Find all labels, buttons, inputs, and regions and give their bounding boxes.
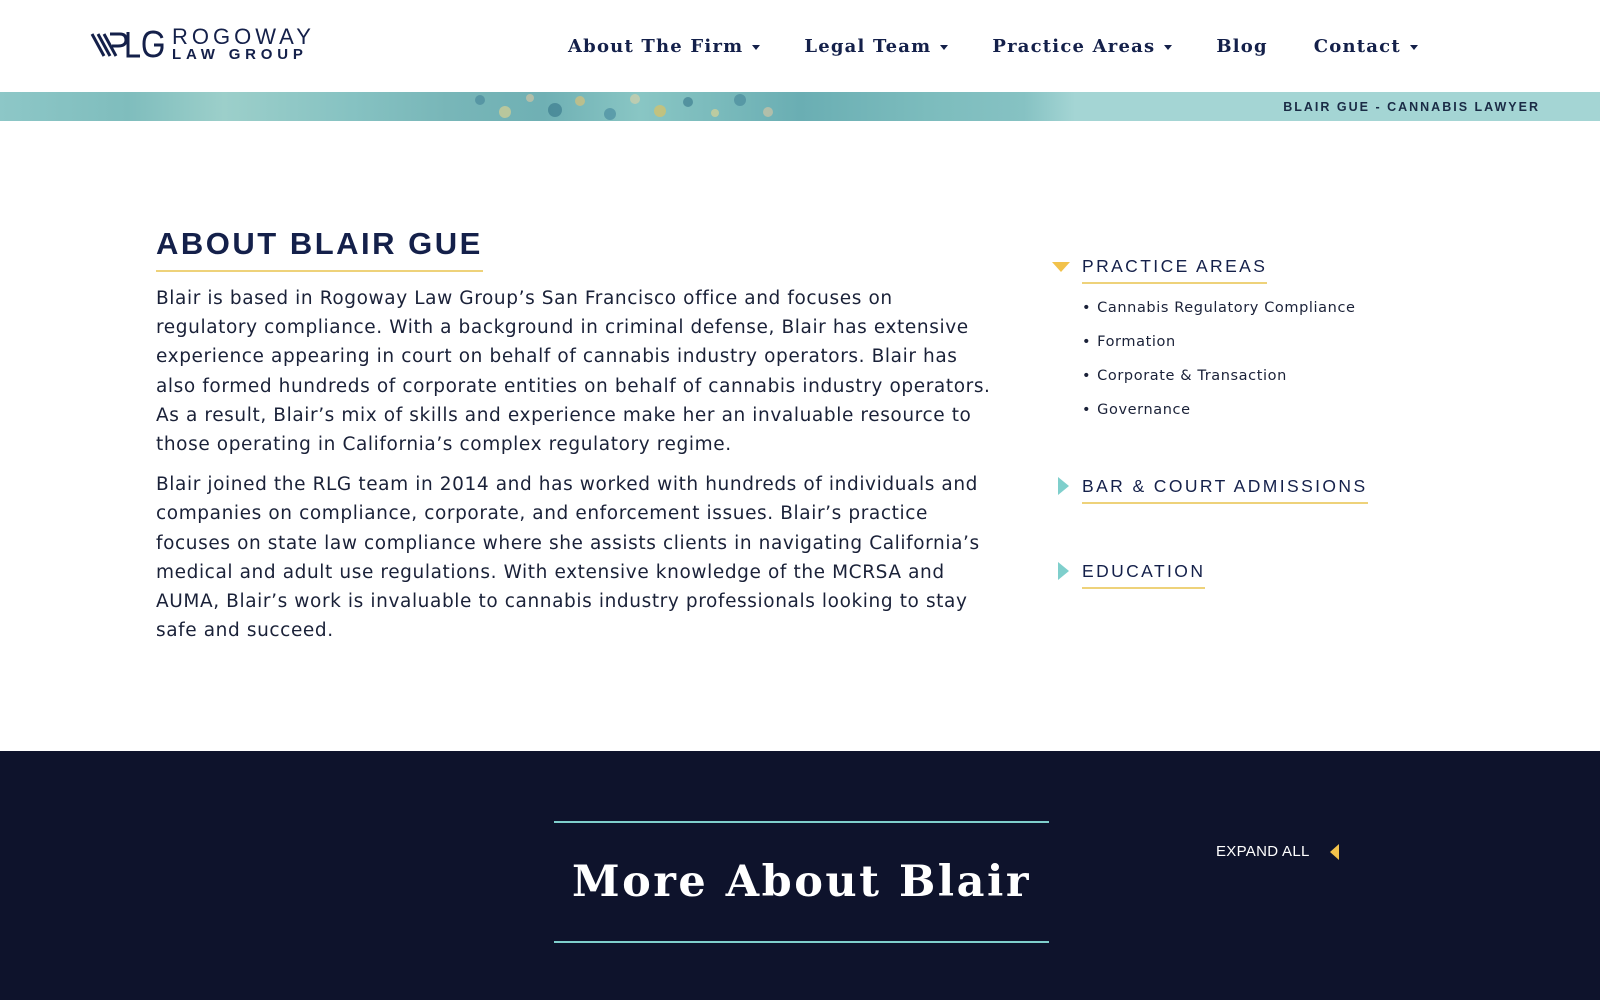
accordion-practice-areas: PRACTICE AREAS • Cannabis Regulatory Comp… — [1052, 256, 1356, 434]
bio-paragraph: Blair joined the RLG team in 2014 and ha… — [156, 474, 980, 642]
hero-banner-strip: BLAIR GUE - CANNABIS LAWYER — [0, 92, 1600, 121]
triangle-down-icon — [1052, 256, 1082, 278]
bullet: • — [1082, 402, 1092, 418]
divider — [554, 941, 1049, 943]
about-bio: Blair is based in Rogoway Law Group’s Sa… — [156, 284, 991, 645]
practice-area-item[interactable]: • Cannabis Regulatory Compliance — [1082, 298, 1356, 332]
bullet: • — [1082, 300, 1092, 316]
nav-about-label: About The Firm — [568, 35, 744, 57]
accordion-practice-areas-toggle[interactable]: PRACTICE AREAS — [1052, 256, 1356, 284]
divider — [554, 821, 1049, 823]
site-header: ROGOWAY LAW GROUP About The Firm Legal T… — [0, 0, 1600, 92]
triangle-left-icon — [1329, 843, 1339, 860]
accordion-education-toggle[interactable]: EDUCATION — [1052, 561, 1206, 589]
bullet: • — [1082, 334, 1092, 350]
site-logo[interactable]: ROGOWAY LAW GROUP — [90, 24, 315, 64]
nav-practice-label: Practice Areas — [992, 35, 1156, 57]
nav-contact[interactable]: Contact — [1314, 36, 1418, 57]
accordion-title: EDUCATION — [1082, 561, 1206, 589]
logo-subtitle: LAW GROUP — [172, 45, 308, 63]
nav-practice-areas[interactable]: Practice Areas — [992, 35, 1173, 57]
caret-down-icon — [752, 44, 761, 50]
banner-breadcrumb: BLAIR GUE - CANNABIS LAWYER — [1283, 100, 1540, 114]
triangle-right-icon — [1052, 561, 1082, 583]
more-about-section: More About Blair EXPAND ALL — [0, 751, 1600, 1000]
bio-paragraph: Blair is based in Rogoway Law Group’s Sa… — [156, 288, 991, 456]
accordion-bar-court-admissions-toggle[interactable]: BAR & COURT ADMISSIONS — [1052, 476, 1368, 504]
practice-area-label: Governance — [1097, 402, 1191, 418]
expand-all-label: EXPAND ALL — [1216, 843, 1310, 860]
nav-blog[interactable]: Blog — [1216, 36, 1267, 57]
nav-about-the-firm[interactable]: About The Firm — [568, 35, 761, 57]
rlg-logo-icon — [90, 30, 164, 58]
main-nav: About The Firm Legal Team Practice Areas… — [568, 28, 1418, 64]
caret-down-icon — [1409, 44, 1418, 50]
practice-area-item[interactable]: • Formation — [1082, 332, 1356, 366]
practice-area-item[interactable]: • Governance — [1082, 400, 1356, 434]
logo-name: ROGOWAY — [172, 23, 315, 49]
accordion-title: BAR & COURT ADMISSIONS — [1082, 476, 1368, 504]
practice-area-label: Cannabis Regulatory Compliance — [1097, 300, 1356, 316]
triangle-right-icon — [1052, 476, 1082, 498]
nav-legal-label: Legal Team — [804, 35, 932, 57]
logo-wordmark: ROGOWAY LAW GROUP — [172, 23, 315, 63]
nav-legal-team[interactable]: Legal Team — [804, 35, 949, 57]
practice-area-item[interactable]: • Corporate & Transaction — [1082, 366, 1356, 400]
accordion-bar-court-admissions: BAR & COURT ADMISSIONS — [1052, 476, 1368, 504]
accordion-title: PRACTICE AREAS — [1082, 256, 1268, 284]
practice-area-label: Corporate & Transaction — [1097, 368, 1287, 384]
floral-pattern-image — [475, 94, 773, 120]
bullet: • — [1082, 368, 1092, 384]
about-heading: ABOUT BLAIR GUE — [156, 226, 483, 272]
nav-contact-label: Contact — [1313, 35, 1401, 57]
caret-down-icon — [1164, 44, 1173, 50]
practice-area-label: Formation — [1097, 334, 1176, 350]
expand-all-button[interactable]: EXPAND ALL — [1216, 843, 1339, 860]
caret-down-icon — [940, 44, 949, 50]
practice-areas-list: • Cannabis Regulatory Compliance • Formati… — [1082, 298, 1356, 434]
accordion-education: EDUCATION — [1052, 561, 1206, 589]
nav-blog-label: Blog — [1216, 35, 1268, 57]
more-about-heading: More About Blair — [572, 857, 1031, 907]
